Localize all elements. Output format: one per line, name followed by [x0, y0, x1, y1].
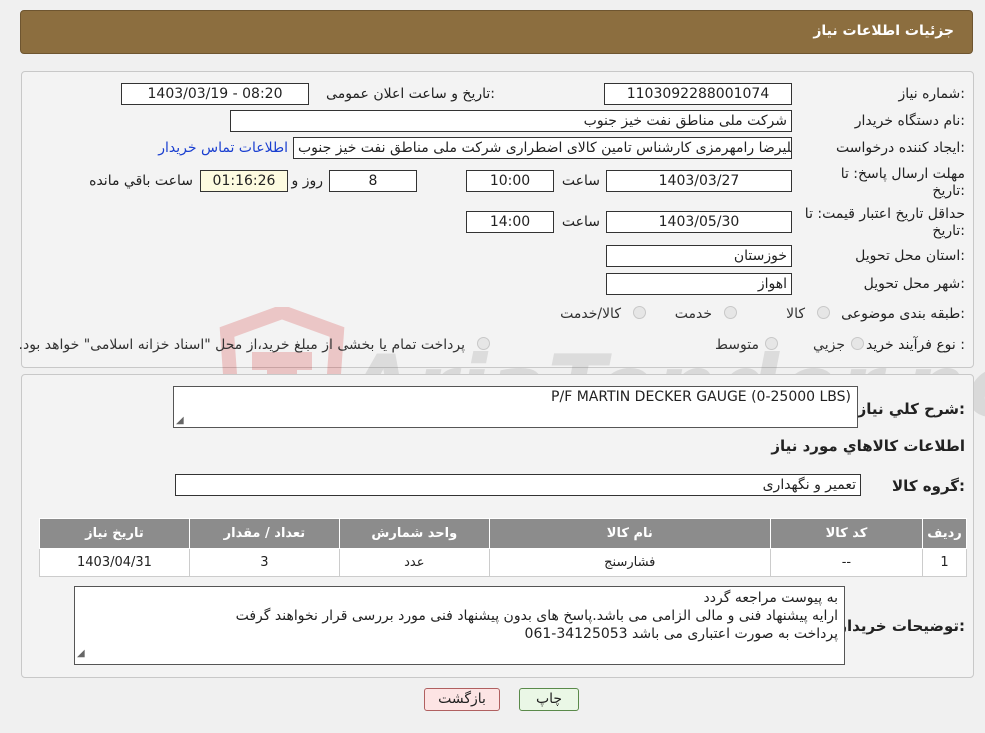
city-field: اهواز — [606, 273, 792, 295]
goods-table: ردیف کد کالا نام کالا واحد شمارش تعداد /… — [39, 518, 967, 577]
category-label: طبقه بندی موضوعی: — [841, 306, 965, 322]
process-label: نوع فرآیند خرید : — [866, 337, 965, 353]
resize-grip-icon[interactable]: ◢ — [77, 645, 85, 663]
goods-panel: شرح كلي نياز: P/F MARTIN DECKER GAUGE (0… — [21, 374, 974, 678]
deadline-time-label: ساعت — [561, 173, 600, 189]
buyer-org-field: شرکت ملی مناطق نفت خیز جنوب — [230, 110, 792, 132]
goods-info-title: اطلاعات کالاهاي مورد نياز — [771, 437, 965, 455]
process-medium-label: متوسط — [715, 337, 759, 353]
print-button[interactable]: چاپ — [519, 688, 579, 711]
col-name-header: نام کالا — [488, 518, 771, 549]
info-panel: AriaTender.neT شماره نیاز: 1103092288001… — [18, 71, 985, 460]
treasury-checkbox[interactable] — [477, 337, 490, 350]
need-number-field: 1103092288001074 — [604, 83, 792, 105]
cell-qty: 3 — [188, 548, 340, 577]
days-field: 8 — [329, 170, 417, 192]
back-button[interactable]: بازگشت — [424, 688, 500, 711]
days-label: روز و — [291, 173, 324, 189]
summary-text: P/F MARTIN DECKER GAUGE (0-25000 LBS) — [551, 389, 851, 405]
page-title: جزئیات اطلاعات نیاز — [813, 23, 954, 39]
cell-code: -- — [769, 548, 924, 577]
province-label: استان محل تحویل: — [855, 248, 965, 264]
buyer-contact-link[interactable]: اطلاعات تماس خریدار — [158, 140, 288, 156]
col-date-header: تاریخ نیاز — [39, 518, 190, 549]
need-number-label: شماره نیاز: — [898, 86, 965, 102]
col-unit-header: واحد شمارش — [338, 518, 490, 549]
validity-label-date: تاریخ: — [932, 223, 965, 239]
goods-group-label: گروه کالا: — [892, 477, 965, 495]
table-header-row: ردیف کد کالا نام کالا واحد شمارش تعداد /… — [39, 518, 967, 549]
deadline-label-date: تاریخ: — [932, 183, 965, 199]
category-service-radio[interactable] — [724, 306, 737, 319]
remaining-label: ساعت باقي مانده — [89, 173, 193, 189]
table-row: 1 -- فشارسنج عدد 3 1403/04/31 — [39, 548, 967, 577]
deadline-label: مهلت ارسال پاسخ: تا — [840, 166, 965, 182]
buyer-note-line: ارایه پیشنهاد فنی و مالی الزامی می باشد.… — [235, 608, 838, 624]
category-goods-service-label: کالا/خدمت — [560, 306, 621, 322]
buyer-notes-field: به پیوست مراجعه گردد ارایه پیشنهاد فنی و… — [74, 586, 845, 665]
cell-name: فشارسنج — [488, 548, 771, 577]
deadline-date-field: 1403/03/27 — [606, 170, 792, 192]
col-row-header: ردیف — [922, 518, 967, 549]
deadline-time-field: 10:00 — [466, 170, 554, 192]
category-goods-label: کالا — [786, 306, 805, 322]
remaining-time-field: 01:16:26 — [200, 170, 288, 192]
goods-group-field: تعمیر و نگهداری — [175, 474, 861, 496]
validity-time-label: ساعت — [561, 214, 600, 230]
process-medium-radio[interactable] — [765, 337, 778, 350]
city-label: شهر محل تحویل: — [863, 276, 965, 292]
buyer-note-line: پرداخت به صورت اعتباری می باشد 34125053-… — [524, 626, 838, 642]
summary-label: شرح كلي نياز: — [857, 400, 965, 418]
summary-field: P/F MARTIN DECKER GAUGE (0-25000 LBS) ◢ — [173, 386, 858, 428]
announce-label: تاریخ و ساعت اعلان عمومی: — [326, 86, 495, 102]
process-note: پرداخت تمام یا بخشی از مبلغ خرید،از محل … — [18, 337, 465, 353]
category-goods-radio[interactable] — [817, 306, 830, 319]
cell-unit: عدد — [338, 548, 490, 577]
validity-time-field: 14:00 — [466, 211, 554, 233]
page-header: جزئیات اطلاعات نیاز — [20, 10, 973, 54]
buyer-notes-label: توضیحات خریدار: — [838, 617, 965, 635]
col-qty-header: تعداد / مقدار — [188, 518, 340, 549]
col-code-header: کد کالا — [769, 518, 924, 549]
validity-label: حداقل تاریخ اعتبار قیمت: تا — [804, 206, 965, 222]
creator-label: ایجاد کننده درخواست: — [836, 140, 965, 156]
buyer-org-label: نام دستگاه خریدار: — [854, 113, 965, 129]
process-small-label: جزیي — [813, 337, 845, 353]
category-service-label: خدمت — [674, 306, 712, 322]
cell-row: 1 — [922, 548, 967, 577]
buyer-note-line: به پیوست مراجعه گردد — [703, 590, 838, 606]
validity-date-field: 1403/05/30 — [606, 211, 792, 233]
creator-field: علیرضا رامهرمزی کارشناس تامین کالای اضطر… — [293, 137, 792, 159]
province-field: خوزستان — [606, 245, 792, 267]
resize-grip-icon[interactable]: ◢ — [176, 415, 184, 426]
announce-field: 1403/03/19 - 08:20 — [121, 83, 309, 105]
cell-date: 1403/04/31 — [39, 548, 190, 577]
process-small-radio[interactable] — [851, 337, 864, 350]
category-goods-service-radio[interactable] — [633, 306, 646, 319]
